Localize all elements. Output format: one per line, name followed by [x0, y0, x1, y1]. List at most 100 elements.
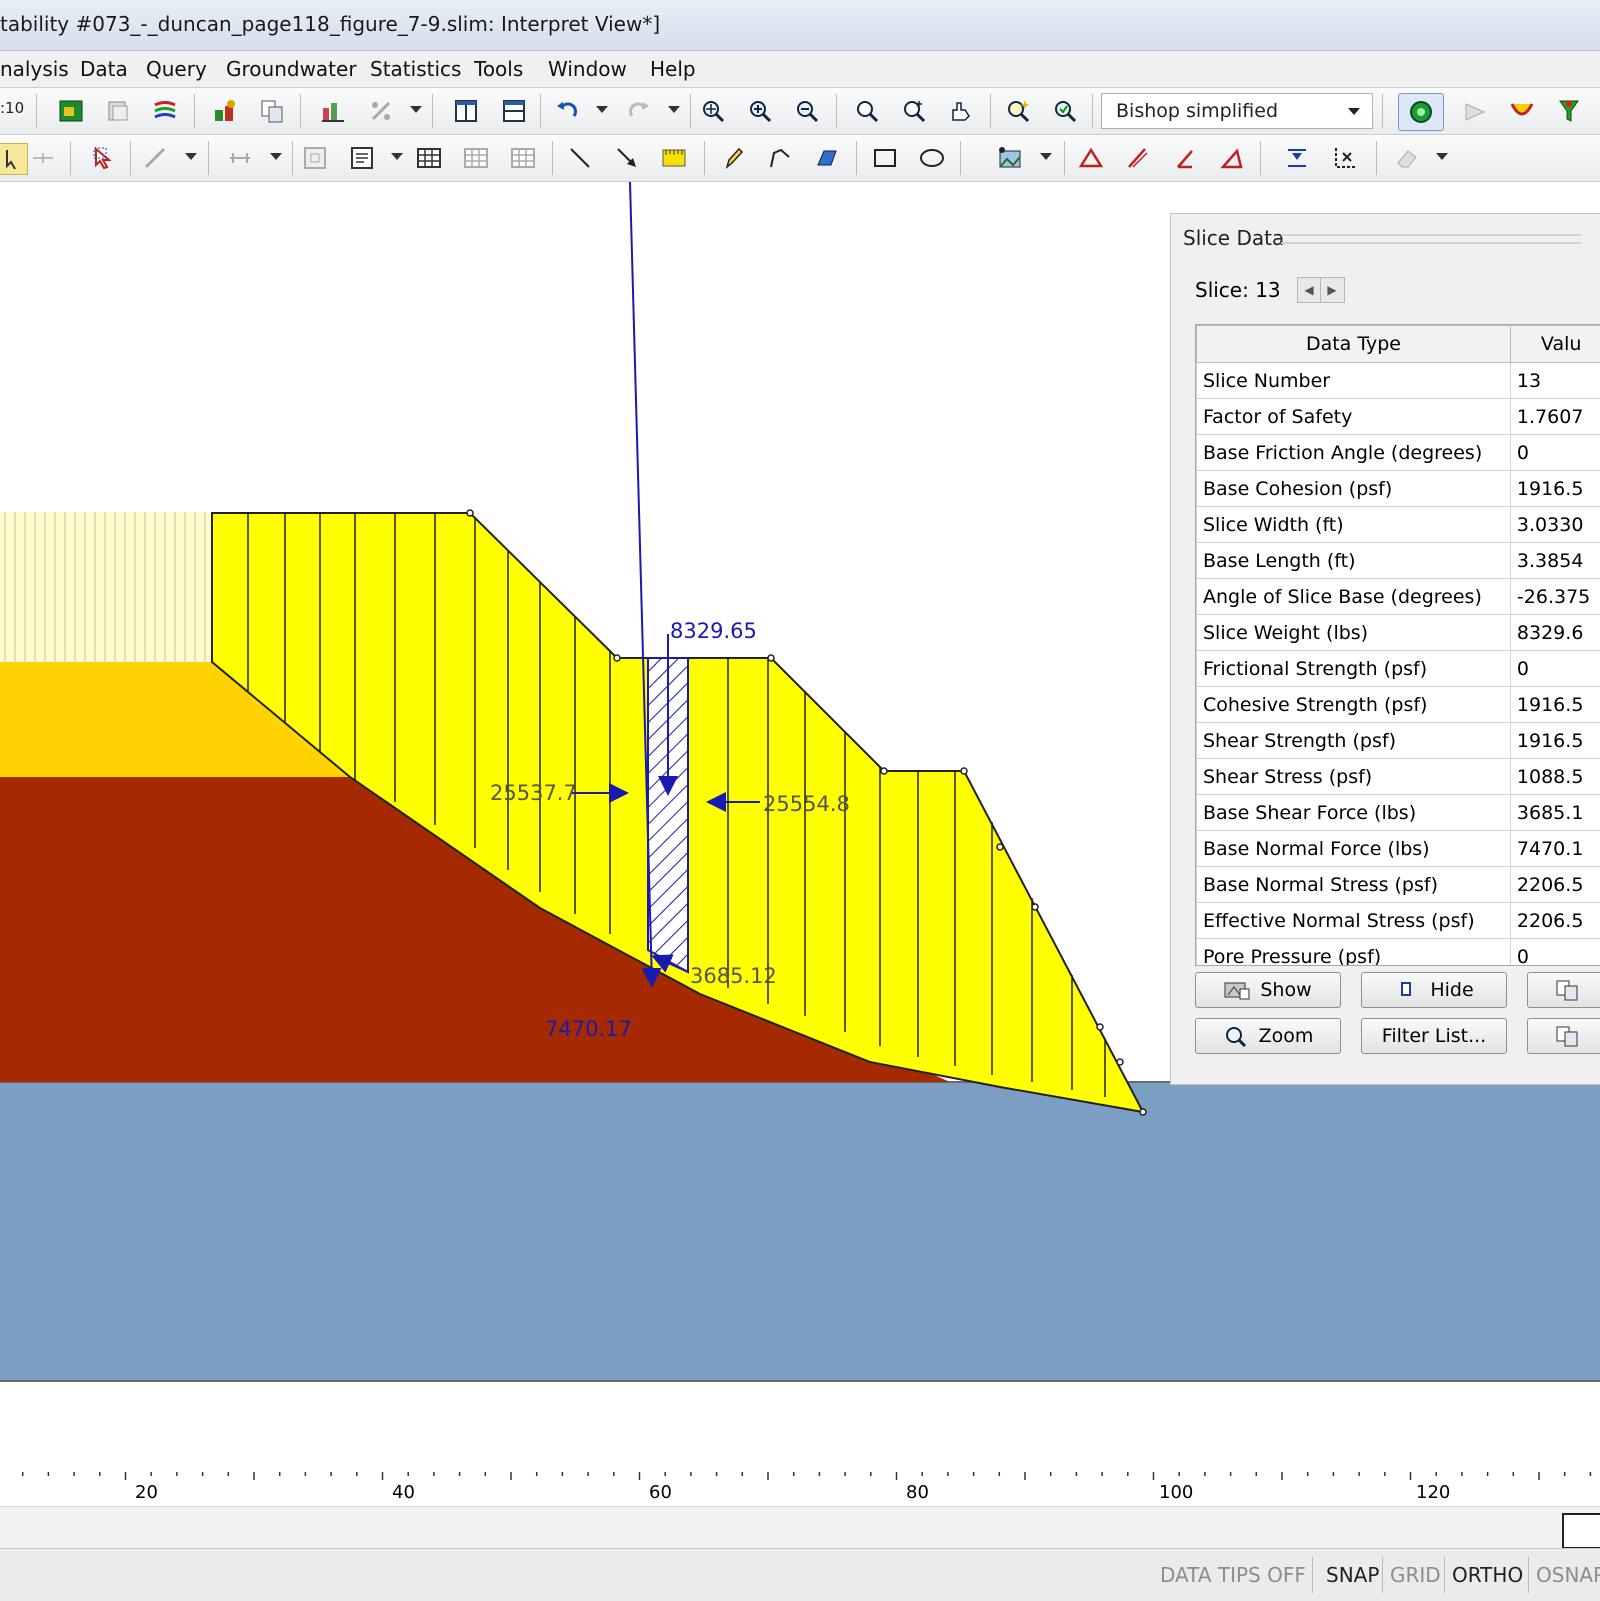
menu-help[interactable]: Help	[650, 57, 696, 81]
menu-groundwater[interactable]: Groundwater	[226, 57, 357, 81]
data-tips-toggle[interactable]: DATA TIPS OFF	[1160, 1563, 1306, 1587]
zoom-in-icon[interactable]	[745, 96, 775, 126]
table-row[interactable]: Base Cohesion (psf)1916.5	[1197, 471, 1600, 507]
zoom-button[interactable]: Zoom	[1195, 1018, 1341, 1054]
graph-icon[interactable]	[318, 96, 348, 126]
chevron-down-icon[interactable]	[185, 153, 197, 160]
table-row[interactable]: Slice Weight (lbs)8329.6	[1197, 615, 1600, 651]
add-slice-icon[interactable]	[28, 143, 58, 173]
chevron-right-icon[interactable]: ▶	[1321, 278, 1343, 302]
chevron-down-icon[interactable]	[1040, 153, 1052, 160]
surfaces-icon[interactable]	[1507, 96, 1537, 126]
table-row[interactable]: Shear Strength (psf)1916.5	[1197, 723, 1600, 759]
filter-icon[interactable]	[1554, 96, 1584, 126]
menu-query[interactable]: Query	[146, 57, 207, 81]
polygon-icon[interactable]	[812, 143, 842, 173]
table-delete-icon[interactable]	[508, 143, 538, 173]
horizontal-scrollbar[interactable]	[0, 1506, 1600, 1549]
zoom-window-icon[interactable]	[899, 96, 929, 126]
pan-icon[interactable]	[946, 96, 976, 126]
zoom-slice-icon[interactable]	[1050, 96, 1080, 126]
table-row[interactable]: Cohesive Strength (psf)1916.5	[1197, 687, 1600, 723]
column-header-value[interactable]: Valu	[1510, 326, 1600, 363]
rectangle-icon[interactable]	[870, 143, 900, 173]
table-insert-icon[interactable]	[461, 143, 491, 173]
grid-toggle[interactable]: GRID	[1390, 1563, 1441, 1587]
table-row[interactable]: Base Length (ft)3.3854	[1197, 543, 1600, 579]
scroll-thumb[interactable]	[1562, 1513, 1600, 1549]
select-icon[interactable]	[0, 143, 28, 175]
split-horizontal-icon[interactable]	[499, 96, 529, 126]
table-icon[interactable]	[414, 143, 444, 173]
chart-icon[interactable]	[56, 96, 86, 126]
contours-icon[interactable]	[150, 96, 180, 126]
panel-grip[interactable]	[1281, 234, 1581, 244]
chevron-left-icon[interactable]: ◀	[1298, 278, 1321, 302]
align-icon[interactable]	[1282, 143, 1312, 173]
ruler-icon[interactable]	[659, 143, 689, 173]
table-row[interactable]: Slice Number13	[1197, 363, 1600, 399]
table-row[interactable]: Factor of Safety1.7607	[1197, 399, 1600, 435]
split-vertical-icon[interactable]	[451, 96, 481, 126]
table-row[interactable]: Base Normal Stress (psf)2206.5	[1197, 867, 1600, 903]
table-row[interactable]: Shear Stress (psf)1088.5	[1197, 759, 1600, 795]
measure-icon[interactable]	[140, 143, 170, 173]
ortho-toggle[interactable]: ORTHO	[1452, 1563, 1523, 1587]
table-row[interactable]: Angle of Slice Base (degrees)-26.375	[1197, 579, 1600, 615]
slope-edit-icon[interactable]	[1123, 143, 1153, 173]
show-button[interactable]: Show	[1195, 972, 1341, 1008]
ellipse-icon[interactable]	[917, 143, 947, 173]
analysis-method-select[interactable]: Bishop simplified	[1101, 93, 1373, 129]
frame-icon[interactable]	[300, 143, 330, 173]
global-minimum-icon[interactable]	[1398, 93, 1444, 131]
menu-analysis[interactable]: nalysis	[0, 57, 69, 81]
text-box-icon[interactable]	[347, 143, 377, 173]
chevron-down-icon[interactable]	[391, 153, 403, 160]
redo-icon[interactable]	[624, 96, 654, 126]
zoom-slope-icon[interactable]	[1003, 96, 1033, 126]
chevron-down-icon[interactable]	[1436, 153, 1448, 160]
flag-icon[interactable]	[1460, 96, 1490, 126]
coordinates-icon[interactable]	[1329, 143, 1359, 173]
copy-icon[interactable]	[257, 96, 287, 126]
column-header-data-type[interactable]: Data Type	[1197, 326, 1511, 363]
chevron-down-icon[interactable]	[668, 106, 680, 113]
image-icon[interactable]	[995, 143, 1025, 173]
polyline-icon[interactable]	[765, 143, 795, 173]
pencil-icon[interactable]	[718, 143, 748, 173]
osnap-toggle[interactable]: OSNAP	[1536, 1563, 1600, 1587]
snap-toggle[interactable]: SNAP	[1326, 1563, 1379, 1587]
arrow-icon[interactable]	[612, 143, 642, 173]
select-arrow-icon[interactable]	[88, 143, 118, 173]
table-row[interactable]: Frictional Strength (psf)0	[1197, 651, 1600, 687]
table-row[interactable]: Pore Pressure (psf)0	[1197, 939, 1600, 967]
menu-window[interactable]: Window	[548, 57, 627, 81]
slice-spinner[interactable]: ◀ ▶	[1297, 277, 1345, 303]
menu-data[interactable]: Data	[80, 57, 128, 81]
zoom-all-icon[interactable]	[698, 96, 728, 126]
dimension-icon[interactable]	[225, 143, 255, 173]
table-row[interactable]: Effective Normal Stress (psf)2206.5	[1197, 903, 1600, 939]
hide-button[interactable]: Hide	[1361, 972, 1507, 1008]
filter-list-button[interactable]: Filter List...	[1361, 1018, 1507, 1054]
slice-data-table[interactable]: Data Type Valu Slice Number13Factor of S…	[1195, 324, 1600, 966]
table-row[interactable]: Base Normal Force (lbs)7470.1	[1197, 831, 1600, 867]
copy-data-button[interactable]	[1527, 972, 1600, 1008]
zoom-out-icon[interactable]	[792, 96, 822, 126]
menu-statistics[interactable]: Statistics	[370, 57, 461, 81]
percent-icon[interactable]	[366, 96, 396, 126]
table-row[interactable]: Base Shear Force (lbs)3685.1	[1197, 795, 1600, 831]
undo-icon[interactable]	[552, 96, 582, 126]
table-row[interactable]: Base Friction Angle (degrees)0	[1197, 435, 1600, 471]
angle-icon[interactable]	[1170, 143, 1200, 173]
sensitivity-icon[interactable]	[210, 96, 240, 126]
report-icon[interactable]	[103, 96, 133, 126]
line-icon[interactable]	[565, 143, 595, 173]
zoom-extents-icon[interactable]	[852, 96, 882, 126]
chevron-down-icon[interactable]	[596, 106, 608, 113]
chevron-down-icon[interactable]	[410, 106, 422, 113]
eraser-icon[interactable]	[1392, 143, 1422, 173]
triangle-icon[interactable]	[1076, 143, 1106, 173]
chevron-down-icon[interactable]	[270, 153, 282, 160]
copy-all-button[interactable]	[1527, 1018, 1600, 1054]
